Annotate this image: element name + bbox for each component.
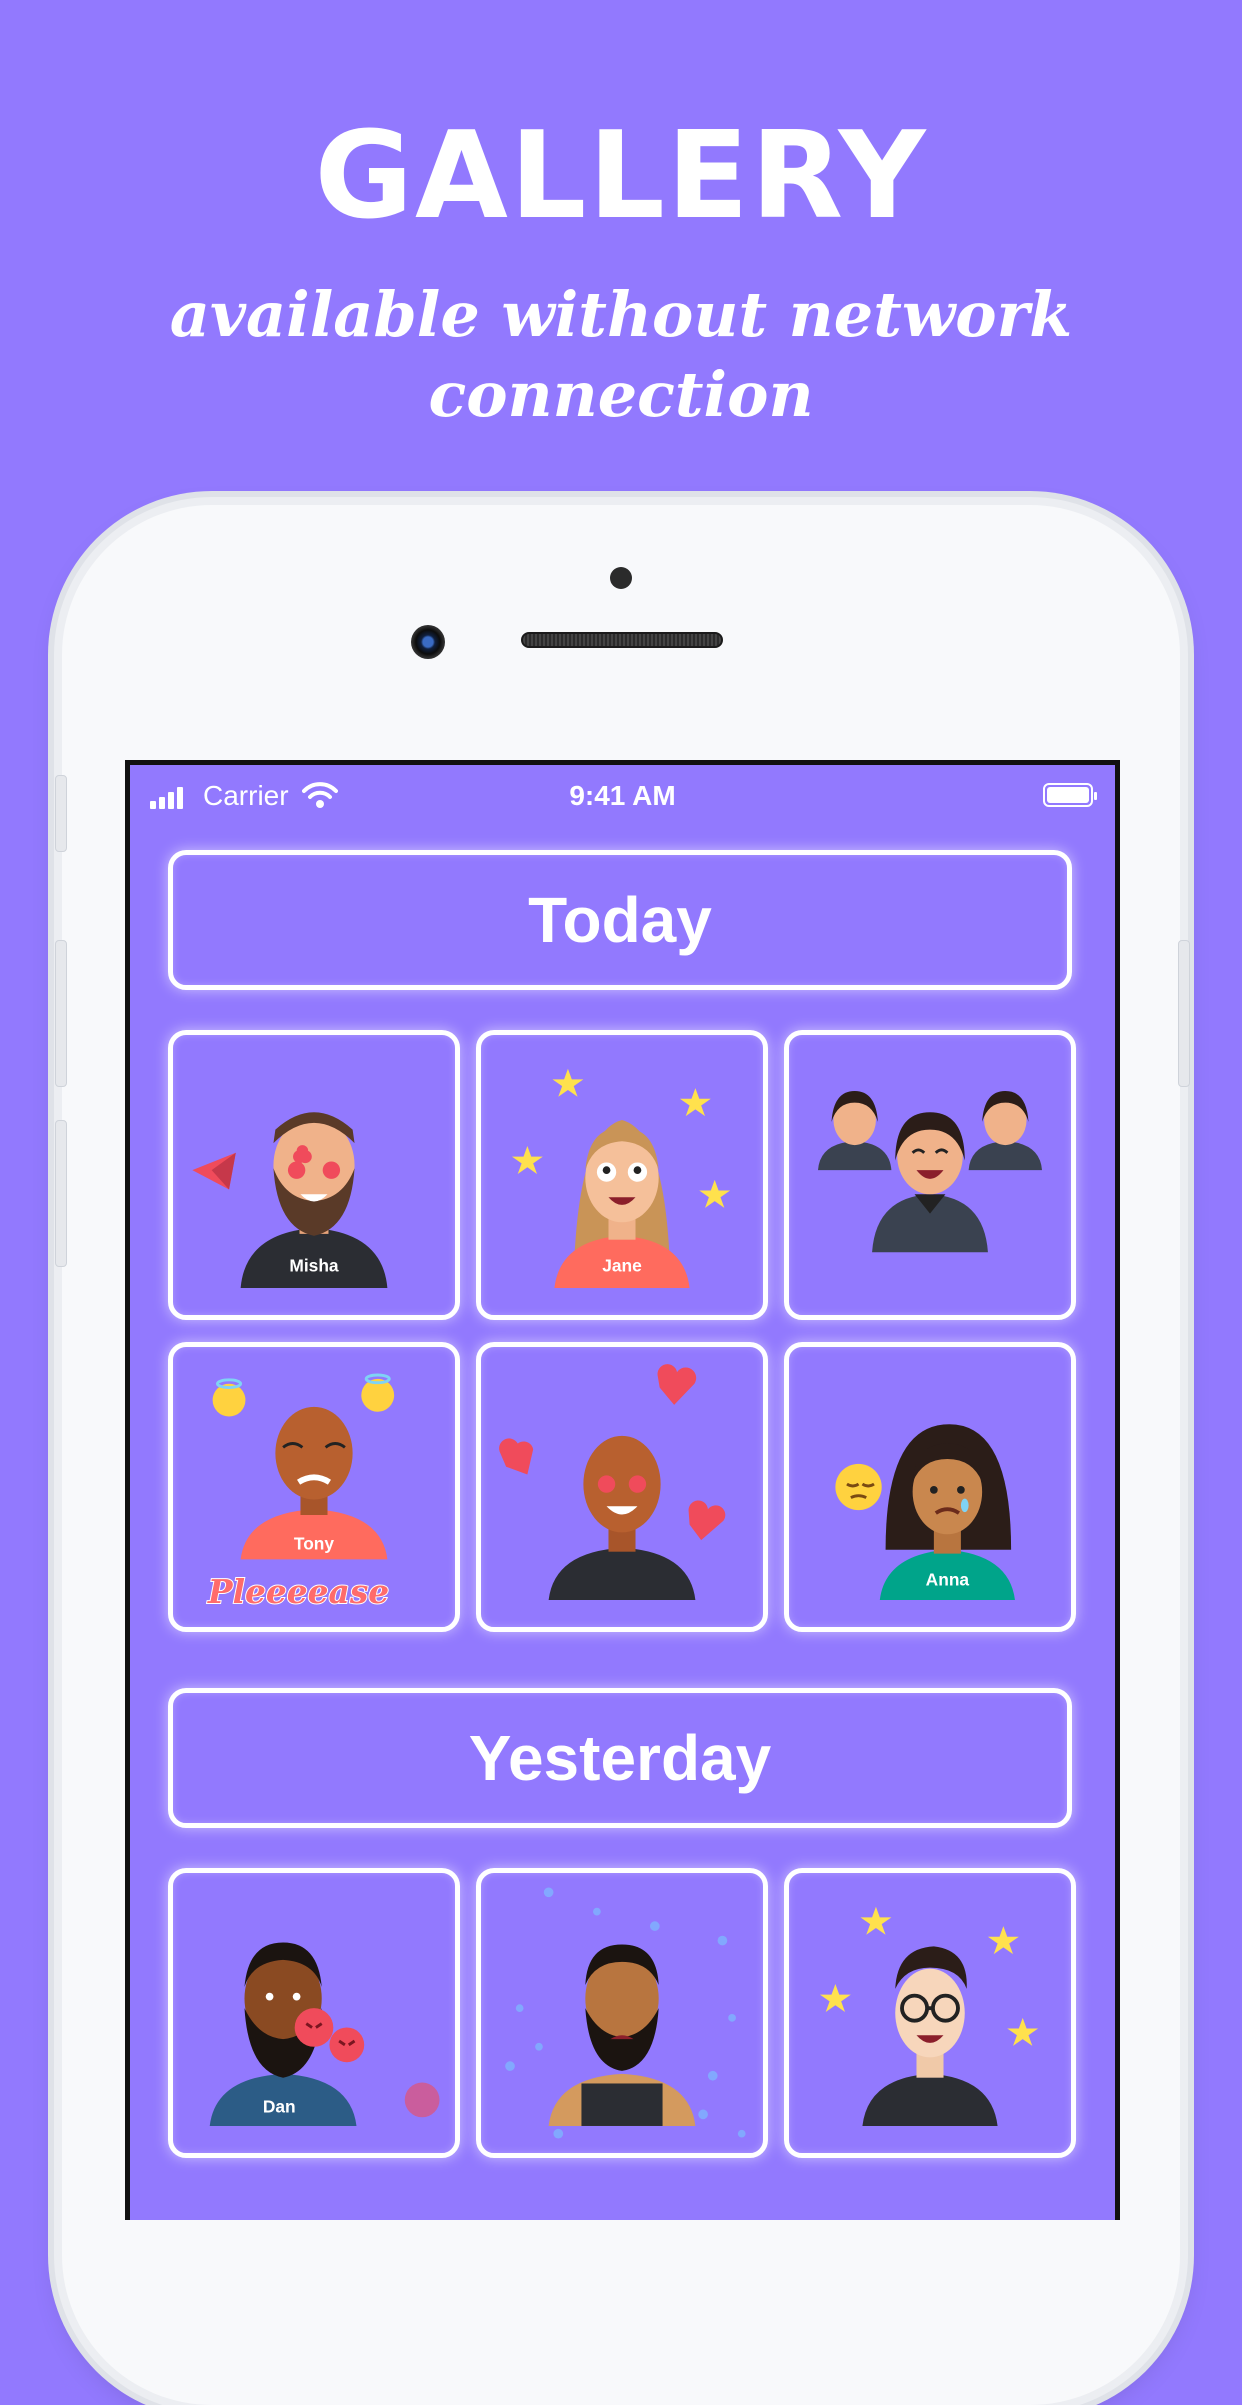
sticker-tile-glasses[interactable] [784, 1868, 1076, 2158]
mute-switch [55, 775, 67, 852]
sticker-caption: Pleeeease [207, 1572, 389, 1611]
power-button [1178, 940, 1190, 1087]
sticker-tile-bubbles[interactable] [476, 1868, 768, 2158]
status-bar: Carrier 9:41 AM [130, 765, 1115, 825]
earpiece-speaker [521, 632, 723, 648]
sticker-tile-misha[interactable]: Misha [168, 1030, 460, 1320]
sticker-tile-anna[interactable]: Anna [784, 1342, 1076, 1632]
section-header-today: Today [168, 850, 1072, 990]
proximity-sensor [610, 567, 632, 589]
volume-up-button [55, 940, 67, 1087]
sticker-name: Anna [926, 1569, 970, 1589]
app-screen: Carrier 9:41 AM Today Misha Jane Tony Pl… [125, 760, 1120, 2220]
sticker-tile-jane[interactable]: Jane [476, 1030, 768, 1320]
section-title: Yesterday [468, 1722, 772, 1794]
sticker-name: Tony [294, 1534, 335, 1554]
sticker-name: Misha [289, 1256, 339, 1276]
sticker-tile-group[interactable] [784, 1030, 1076, 1320]
pensive-face-icon [835, 1463, 882, 1511]
promo-headline: GALLERY [314, 107, 928, 246]
sticker-tile-dan[interactable]: Dan [168, 1868, 460, 2158]
front-camera-icon [411, 625, 445, 659]
sticker-tile-hearts[interactable] [476, 1342, 768, 1632]
sticker-tile-tony[interactable]: Tony Pleeeease [168, 1342, 460, 1632]
battery-icon [1043, 783, 1097, 807]
status-time: 9:41 AM [569, 780, 676, 811]
volume-down-button [55, 1120, 67, 1267]
promo-subhead: available without network connection [169, 278, 1073, 431]
sticker-name: Dan [263, 2096, 296, 2116]
section-header-yesterday: Yesterday [168, 1688, 1072, 1828]
section-title: Today [528, 884, 712, 956]
sticker-name: Jane [602, 1256, 642, 1276]
group-laughing-icon [818, 1091, 1042, 1253]
